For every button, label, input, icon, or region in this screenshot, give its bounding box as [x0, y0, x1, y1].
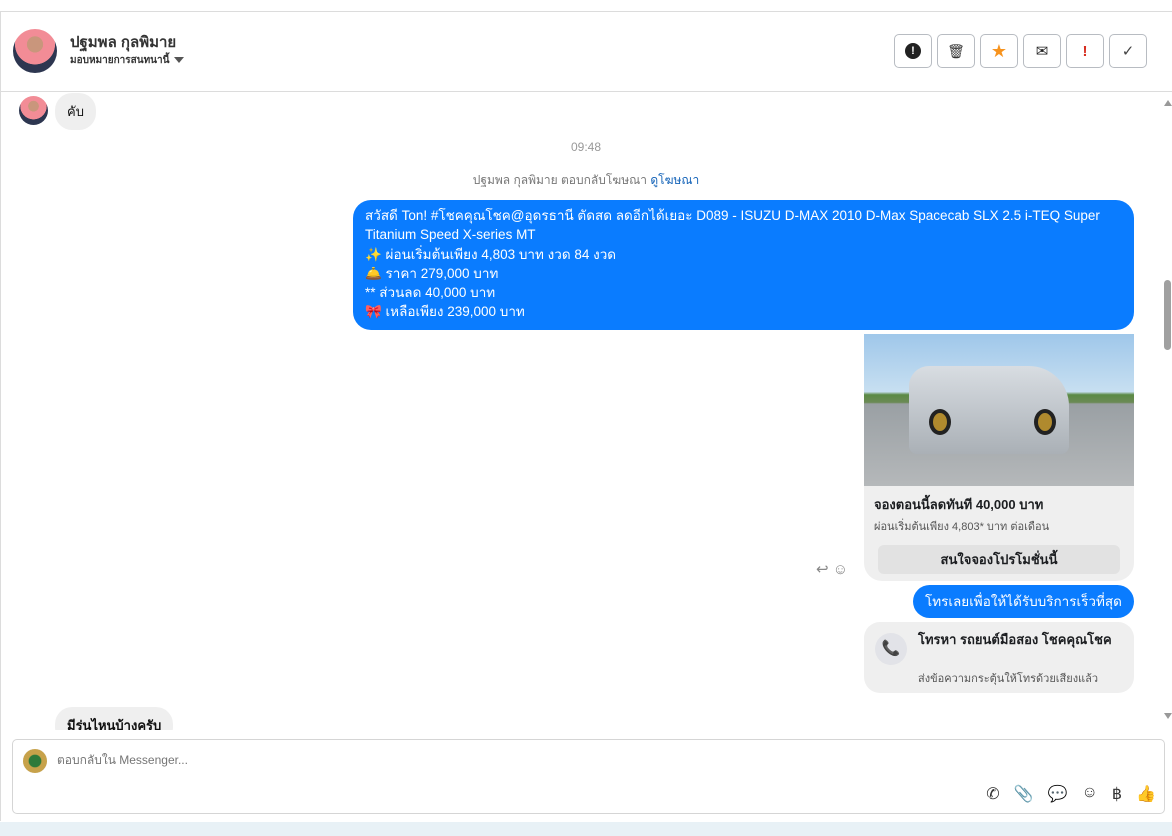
ad-line: ✨ ผ่อนเริ่มต้นเพียง 4,803 บาท งวด 84 งวด — [365, 246, 617, 262]
mark-important-button[interactable]: ! — [1066, 34, 1104, 68]
baht-payment-icon[interactable]: ฿ — [1112, 784, 1122, 804]
view-ad-link[interactable]: ดูโฆษณา — [650, 173, 699, 187]
like-icon[interactable]: 👍 — [1136, 784, 1156, 804]
trash-icon: 🗑 — [947, 42, 965, 59]
incoming-message: คับ — [55, 93, 96, 130]
timestamp: 09:48 — [570, 140, 602, 154]
page-avatar — [23, 749, 47, 773]
scroll-thumb[interactable] — [1164, 280, 1171, 350]
card-subtitle: ผ่อนเริ่มต้นเพียง 4,803* บาท ต่อเดือน — [874, 521, 1050, 533]
alert-circle-icon: ! — [905, 43, 921, 59]
mark-spam-button[interactable]: ! — [894, 34, 932, 68]
promo-card: จองตอนนี้ลดทันที 40,000 บาท ผ่อนเริ่มต้น… — [864, 334, 1134, 581]
caret-down-icon — [174, 57, 185, 64]
emoji-icon[interactable]: ☺ — [1082, 784, 1098, 804]
call-subtitle: ส่งข้อความกระตุ้นให้โทรด้วยเสียงแล้ว — [918, 673, 1099, 685]
call-add-icon[interactable]: ✆ — [986, 784, 999, 804]
book-promo-button[interactable]: สนใจจองโปรโมชั่นนี้ — [878, 545, 1120, 574]
composer: ✆ 📎 💬 ☺ ฿ 👍 — [12, 739, 1165, 814]
exclamation-icon: ! — [1082, 42, 1088, 60]
message-actions: ↩ ☺ — [816, 560, 848, 578]
conversation-header: ปฐมพล กุลพิมาย มอบหมายการสนทนานี้ ! 🗑 ★ … — [0, 12, 1172, 92]
scroll-down-icon[interactable] — [1164, 713, 1172, 719]
check-icon: ✓ — [1121, 43, 1135, 60]
saved-reply-icon[interactable]: 💬 — [1048, 784, 1068, 804]
mark-done-button[interactable]: ✓ — [1109, 34, 1147, 68]
call-title: โทรหา รถยนต์มือสอง โชคคุณโชค — [918, 632, 1112, 647]
star-button[interactable]: ★ — [980, 34, 1018, 68]
bottom-strip — [0, 822, 1172, 836]
chat-scrollbar[interactable] — [1162, 92, 1172, 730]
assign-dropdown[interactable]: มอบหมายการสนทนานี้ — [70, 53, 185, 68]
outgoing-message: โทรเลยเพื่อให้ได้รับบริการเร็วที่สุด — [913, 585, 1134, 618]
ad-reply-note: ปฐมพล กุลพิมาย ตอบกลับโฆษณา ดูโฆษณา — [0, 171, 1162, 190]
star-icon: ★ — [990, 40, 1008, 61]
reply-icon[interactable]: ↩ — [816, 561, 829, 578]
ad-line: 🎀 เหลือเพียง 239,000 บาท — [365, 304, 525, 320]
car-wheel — [929, 409, 951, 435]
sender-avatar — [19, 96, 48, 125]
mark-unread-button[interactable]: ✉ — [1023, 34, 1061, 68]
ad-line: สวัสดี Ton! #โชคคุณโชค@อุดรธานี ตัดสด ลด… — [365, 208, 1100, 243]
composer-tools: ✆ 📎 💬 ☺ ฿ 👍 — [986, 784, 1156, 804]
card-title: จองตอนนี้ลดทันที 40,000 บาท — [874, 497, 1044, 512]
ad-line: ** ส่วนลด 40,000 บาท — [365, 285, 496, 301]
car-wheel — [1034, 409, 1056, 435]
ad-reply-text: ปฐมพล กุลพิมาย ตอบกลับโฆษณา — [472, 173, 647, 187]
delete-button[interactable]: 🗑 — [937, 34, 975, 68]
contact-avatar[interactable] — [13, 29, 57, 73]
car-image[interactable] — [864, 334, 1134, 486]
ad-line: 🛎️ ราคา 279,000 บาท — [365, 265, 499, 281]
incoming-message: มีรุ่นไหนบ้างครับ — [55, 707, 174, 730]
emoji-react-icon[interactable]: ☺ — [833, 561, 848, 578]
call-card: 📞 โทรหา รถยนต์มือสอง โชคคุณโชค ส่งข้อควา… — [864, 622, 1134, 693]
scroll-up-icon[interactable] — [1164, 100, 1172, 106]
attachment-icon[interactable]: 📎 — [1014, 784, 1034, 804]
header-actions: ! 🗑 ★ ✉ ! ✓ — [894, 34, 1147, 68]
message-list[interactable]: คับ 09:48 ปฐมพล กุลพิมาย ตอบกลับโฆษณา ดู… — [0, 92, 1162, 730]
mail-open-icon: ✉ — [1035, 43, 1049, 60]
ad-message: สวัสดี Ton! #โชคคุณโชค@อุดรธานี ตัดสด ลด… — [353, 200, 1134, 330]
phone-icon: 📞 — [875, 633, 907, 665]
assign-label: มอบหมายการสนทนานี้ — [70, 55, 170, 66]
contact-name[interactable]: ปฐมพล กุลพิมาย — [70, 30, 176, 54]
reply-input[interactable] — [57, 753, 957, 767]
